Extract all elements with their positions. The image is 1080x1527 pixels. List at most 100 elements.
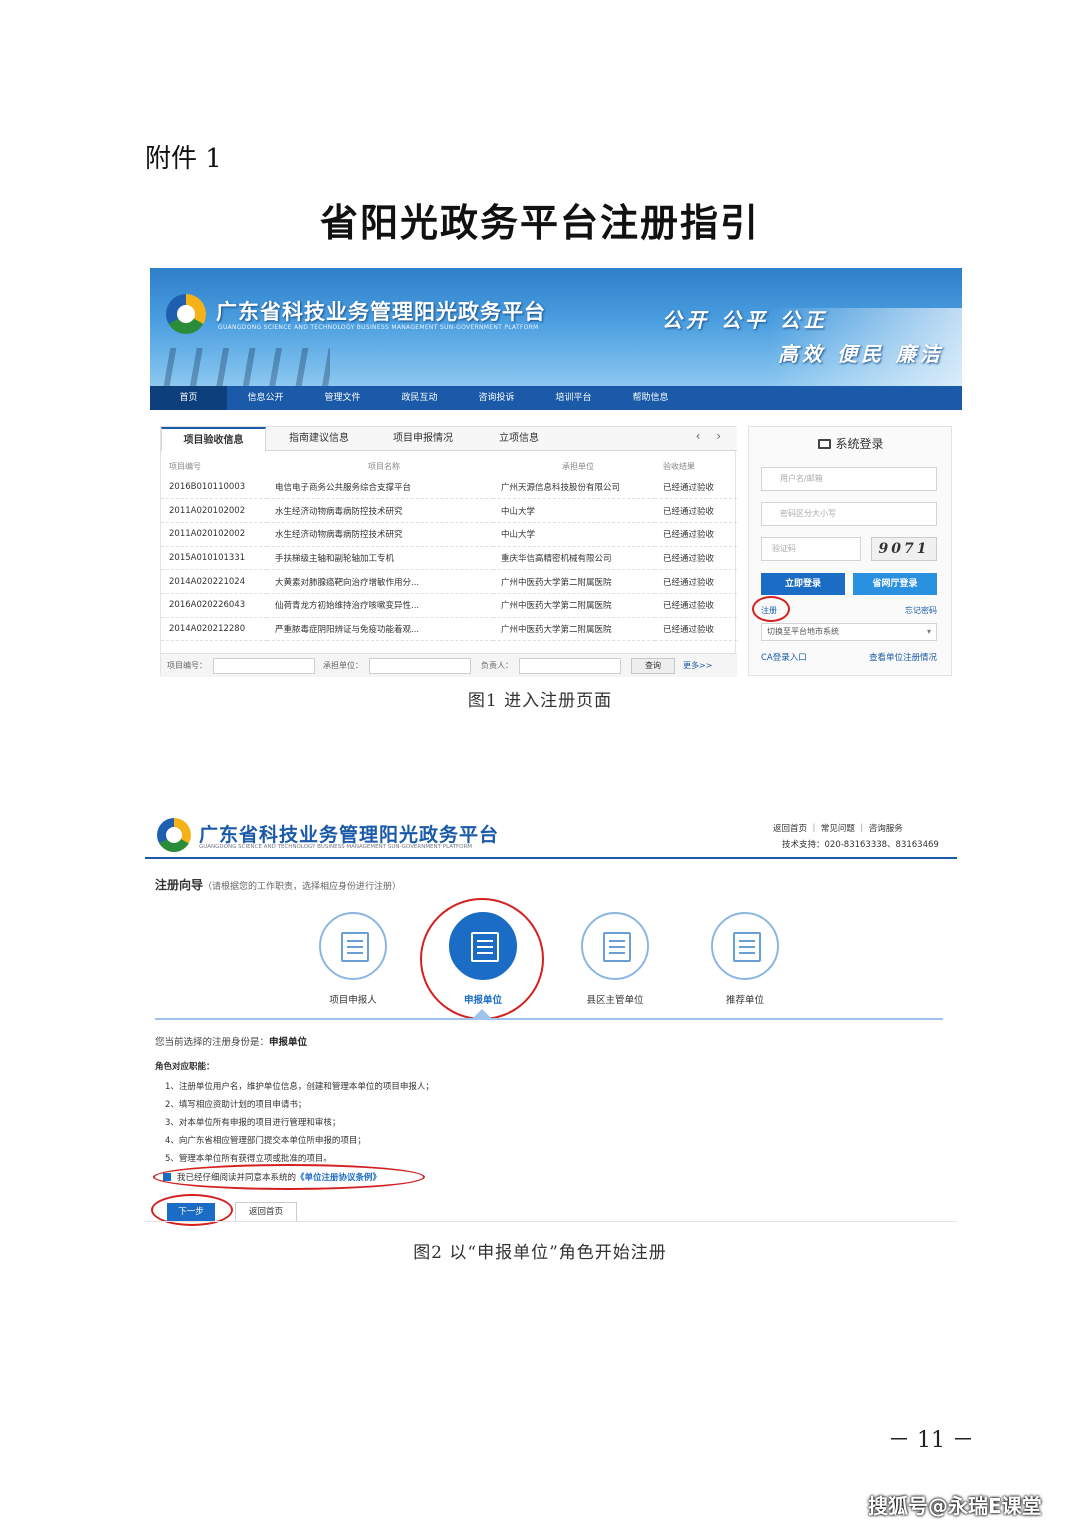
table-row[interactable]: 2014A020212280 严重脓毒症阴阳辨证与免疫功能着观... 广州中医药大学… [161, 617, 737, 642]
captcha-image[interactable]: 9071 [871, 537, 937, 561]
col-project-code: 项目编号 [169, 461, 201, 471]
tab-approval-info[interactable]: 立项信息 [477, 427, 561, 451]
current-role-label: 您当前选择的注册身份是： [155, 1037, 270, 1048]
nav-management-docs[interactable]: 管理文件 [304, 386, 381, 410]
cell-result: 已经通过验收 [655, 498, 737, 523]
building-icon [603, 932, 631, 962]
city-system-select[interactable]: 切换至平台地市系统 [761, 623, 937, 641]
ca-login-link[interactable]: CA登录入口 [761, 651, 807, 663]
col-result: 验收结果 [663, 461, 695, 471]
role-label: 推荐单位 [725, 995, 764, 1006]
search-unit-label: 承担单位： [323, 661, 363, 670]
duties-title: 角色对应职能： [155, 1062, 215, 1072]
attachment-label: 附件 1 [145, 144, 222, 174]
search-unit-input[interactable] [369, 658, 471, 674]
table-row[interactable]: 2016A020226043 仙荷青龙方初始维持治疗咳嗽变异性... 广州中医药大学… [161, 593, 737, 618]
table-row[interactable]: 2011A020102002 水生经济动物病毒病防控技术研究 中山大学 已经通过验收 [161, 522, 737, 547]
nav-complaints[interactable]: 咨询投诉 [458, 386, 535, 410]
cell-project-name[interactable]: 电信电子商务公共服务综合支撑平台 [267, 475, 493, 500]
search-bar: 项目编号： 承担单位： 负责人： 查询 更多>> [161, 653, 737, 677]
nav-home[interactable]: 首页 [150, 386, 227, 410]
site-subtitle: GUANGDONG SCIENCE AND TECHNOLOGY BUSINES… [218, 324, 539, 331]
site-title: 广东省科技业务管理阳光政务平台 [199, 824, 500, 846]
search-code-input[interactable] [213, 658, 315, 674]
duty-item: 5、管理本单位所有获得立项或批准的项目。 [165, 1154, 332, 1164]
search-button[interactable]: 查询 [631, 658, 675, 674]
cell-undertaker: 广州中医药大学第二附属医院 [493, 569, 655, 594]
tab-acceptance-info[interactable]: 项目验收信息 [161, 427, 266, 452]
register-highlight-ring [752, 596, 790, 622]
view-registration-link[interactable]: 查看单位注册情况 [869, 651, 937, 663]
selection-pointer [473, 1009, 491, 1018]
cell-result: 已经通过验收 [655, 593, 737, 618]
cell-result: 已经通过验收 [655, 617, 737, 642]
monitor-icon [818, 439, 832, 449]
table-row[interactable]: 2015A010101331 手扶梯级主轴和副轮轴加工专机 重庆华信高精密机械有限公… [161, 546, 737, 571]
cell-undertaker: 广州中医药大学第二附属医院 [493, 593, 655, 618]
platform-logo-icon [166, 294, 206, 334]
acceptance-table: 项目编号 项目名称 承担单位 验收结果 2016B010110003 电信电子商务… [161, 457, 737, 642]
search-code-label: 项目编号： [167, 661, 207, 670]
watermark: 搜狐号@永瑞E课堂 [868, 1494, 1042, 1518]
figure-2-screenshot: 广东省科技业务管理阳光政务平台 GUANGDONG SCIENCE AND TE… [145, 810, 957, 1226]
search-person-label: 负责人： [481, 661, 513, 670]
figure-1-caption: 图1 进入注册页面 [467, 691, 613, 711]
cell-project-code: 2014A020221024 [161, 569, 267, 594]
cell-project-code: 2014A020212280 [161, 617, 267, 642]
password-input[interactable]: 密码区分大小写 [761, 502, 937, 526]
cell-project-name[interactable]: 手扶梯级主轴和副轮轴加工专机 [267, 546, 493, 571]
search-person-input[interactable] [519, 658, 621, 674]
cell-project-code: 2011A020102002 [161, 498, 267, 523]
current-role-value: 申报单位 [269, 1037, 308, 1048]
role-highlight-ring [420, 898, 544, 1020]
nav-help[interactable]: 帮助信息 [612, 386, 689, 410]
role-label: 县区主管单位 [586, 995, 644, 1006]
project-info-panel: 项目验收信息 指南建议信息 项目申报情况 立项信息 ‹ › 项目编号 项目名称 … [160, 426, 737, 677]
more-link[interactable]: 更多>> [683, 660, 712, 671]
nav-info-disclosure[interactable]: 信息公开 [227, 386, 304, 410]
top-links[interactable]: 返回首页 ｜ 常见问题 ｜ 咨询服务 [773, 822, 903, 834]
cell-undertaker: 广州中医药大学第二附属医院 [493, 617, 655, 642]
cell-result: 已经通过验收 [655, 475, 737, 500]
tab-guide-suggestions[interactable]: 指南建议信息 [269, 427, 369, 451]
agreement-highlight-ring [153, 1164, 425, 1190]
guide-hint: （请根据您的工作职责，选择相应身份进行注册） [203, 882, 402, 892]
duty-item: 2、填写相应资助计划的项目申请书； [165, 1100, 307, 1110]
nav-interaction[interactable]: 政民互动 [381, 386, 458, 410]
username-input[interactable]: 用户名/邮箱 [761, 467, 937, 491]
role-county-authority[interactable] [581, 912, 649, 980]
page-number: － 11 － [888, 1428, 974, 1453]
login-button[interactable]: 立即登录 [761, 573, 845, 595]
cell-undertaker: 重庆华信高精密机械有限公司 [493, 546, 655, 571]
slogan-line-1: 公开 公平 公正 [662, 308, 828, 332]
duty-item: 3、对本单位所有申报的项目进行管理和审核； [165, 1118, 341, 1128]
cell-project-name[interactable]: 大黄素对肺腺癌靶向治疗增敏作用分... [267, 569, 493, 594]
nav-training[interactable]: 培训平台 [535, 386, 612, 410]
cell-project-name[interactable]: 仙荷青龙方初始维持治疗咳嗽变异性... [267, 593, 493, 618]
captcha-input[interactable]: 验证码 [761, 537, 861, 561]
cell-project-name[interactable]: 水生经济动物病毒病防控技术研究 [267, 522, 493, 547]
tab-scroll-arrows-icon[interactable]: ‹ › [696, 429, 727, 443]
table-row[interactable]: 2011A020102002 水生经济动物病毒病防控技术研究 中山大学 已经通过验收 [161, 498, 737, 523]
table-row[interactable]: 2016B010110003 电信电子商务公共服务综合支撑平台 广州天源信息科技股份… [161, 475, 737, 500]
cell-undertaker: 中山大学 [493, 522, 655, 547]
role-recommending-unit[interactable] [711, 912, 779, 980]
main-nav: 首页 信息公开 管理文件 政民互动 咨询投诉 培训平台 帮助信息 [150, 386, 962, 410]
portal-login-button[interactable]: 省网厅登录 [853, 573, 937, 595]
col-project-name: 项目名称 [368, 461, 400, 471]
cell-result: 已经通过验收 [655, 522, 737, 547]
cell-undertaker: 中山大学 [493, 498, 655, 523]
cell-project-name[interactable]: 严重脓毒症阴阳辨证与免疫功能着观... [267, 617, 493, 642]
document-title: 省阳光政务平台注册指引 [319, 200, 760, 245]
back-home-button[interactable]: 返回首页 [235, 1202, 297, 1222]
forgot-password-link[interactable]: 忘记密码 [905, 605, 937, 616]
cell-project-name[interactable]: 水生经济动物病毒病防控技术研究 [267, 498, 493, 523]
figure-2-caption: 图2 以“申报单位”角色开始注册 [413, 1243, 667, 1263]
role-project-applicant[interactable] [319, 912, 387, 980]
cell-project-code: 2015A010101331 [161, 546, 267, 571]
tab-application-status[interactable]: 项目申报情况 [373, 427, 473, 451]
login-panel: 系统登录 用户名/邮箱 密码区分大小写 验证码 9071 立即登录 省网厅登录 … [748, 426, 952, 676]
table-row[interactable]: 2014A020221024 大黄素对肺腺癌靶向治疗增敏作用分... 广州中医药大学… [161, 569, 737, 594]
site-subtitle: GUANGDONG SCIENCE AND TECHNOLOGY BUSINES… [199, 844, 473, 850]
cell-result: 已经通过验收 [655, 546, 737, 571]
